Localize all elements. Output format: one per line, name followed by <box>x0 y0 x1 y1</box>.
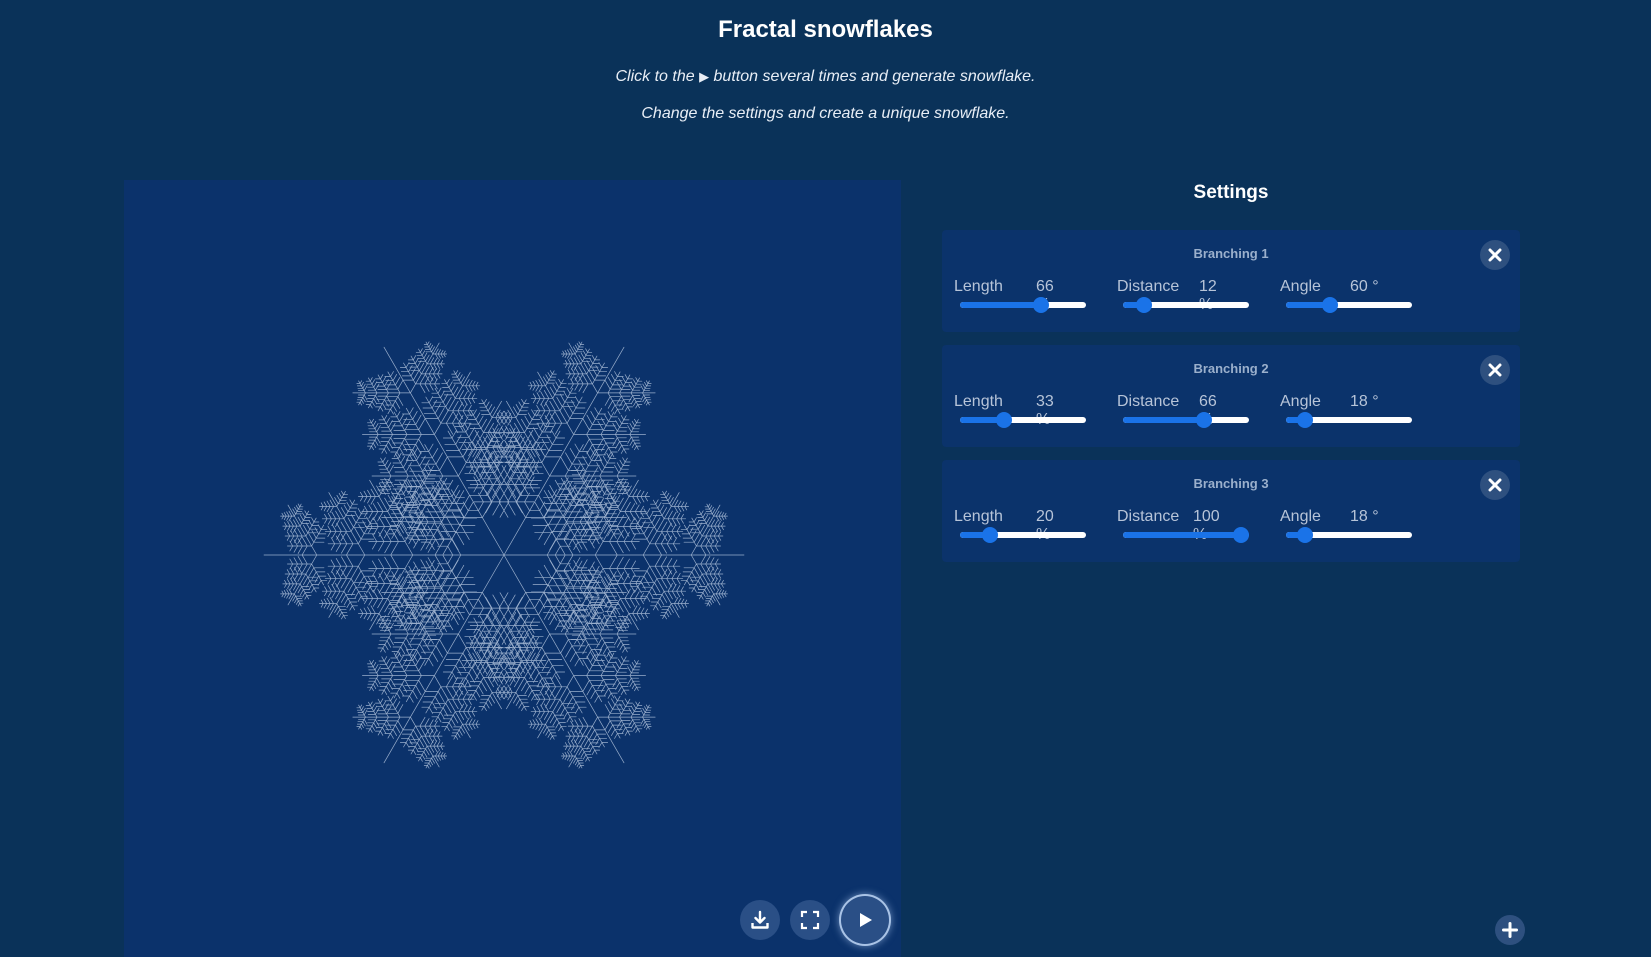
fullscreen-icon <box>800 910 820 930</box>
distance-param: Distance 12 % <box>1105 278 1249 322</box>
angle-value: 60 ° <box>1350 278 1379 295</box>
length-label: Length <box>954 278 1003 295</box>
branching-title: Branching 1 <box>1193 246 1269 261</box>
angle-label: Angle <box>1280 278 1321 295</box>
distance-label: Distance <box>1117 393 1180 410</box>
plus-icon <box>1502 922 1518 938</box>
slider-thumb[interactable] <box>996 412 1012 428</box>
distance-label: Distance <box>1117 278 1180 295</box>
slider-thumb[interactable] <box>1322 297 1338 313</box>
snowflake-branches <box>263 341 745 769</box>
length-slider[interactable] <box>960 412 1086 428</box>
length-label: Length <box>954 508 1003 525</box>
branching-title: Branching 3 <box>1193 476 1269 491</box>
length-param: Length 66 % <box>942 278 1086 322</box>
slider-thumb[interactable] <box>1233 527 1249 543</box>
slider-fill <box>1123 532 1241 538</box>
angle-label: Angle <box>1280 393 1321 410</box>
slider-thumb[interactable] <box>1033 297 1049 313</box>
angle-slider[interactable] <box>1286 297 1412 313</box>
length-label: Length <box>954 393 1003 410</box>
length-param: Length 33 % <box>942 393 1086 437</box>
distance-slider[interactable] <box>1123 297 1249 313</box>
remove-branching-button[interactable] <box>1480 355 1510 385</box>
branching-card-3: Branching 3 Length 20 % Distance 100 % A… <box>942 460 1520 562</box>
angle-label: Angle <box>1280 508 1321 525</box>
length-param: Length 20 % <box>942 508 1086 552</box>
slider-thumb[interactable] <box>982 527 998 543</box>
distance-value: 100 % <box>1193 508 1220 543</box>
fullscreen-button[interactable] <box>790 900 830 940</box>
remove-branching-button[interactable] <box>1480 240 1510 270</box>
close-icon <box>1488 248 1502 262</box>
distance-slider[interactable] <box>1123 527 1249 543</box>
close-icon <box>1488 478 1502 492</box>
distance-label: Distance <box>1117 508 1180 525</box>
download-button[interactable] <box>740 900 780 940</box>
distance-slider[interactable] <box>1123 412 1249 428</box>
intro-line-2: Change the settings and create a unique … <box>641 105 1010 122</box>
slider-thumb[interactable] <box>1136 297 1152 313</box>
angle-value: 18 ° <box>1350 508 1379 525</box>
settings-title: Settings <box>1193 182 1269 203</box>
intro-line-1: Click to the ▶ button several times and … <box>0 68 1651 86</box>
angle-param: Angle 60 ° <box>1268 278 1412 322</box>
angle-param: Angle 18 ° <box>1268 393 1412 437</box>
snowflake-path <box>263 341 745 769</box>
slider-thumb[interactable] <box>1297 412 1313 428</box>
branching-card-2: Branching 2 Length 33 % Distance 66 % An… <box>942 345 1520 447</box>
remove-branching-button[interactable] <box>1480 470 1510 500</box>
play-button[interactable] <box>841 896 889 944</box>
distance-param: Distance 100 % <box>1105 508 1249 552</box>
snowflake-drawing <box>263 341 745 769</box>
distance-param: Distance 66 % <box>1105 393 1249 437</box>
slider-thumb[interactable] <box>1196 412 1212 428</box>
branching-card-1: Branching 1 Length 66 % Distance 12 % An… <box>942 230 1520 332</box>
angle-param: Angle 18 ° <box>1268 508 1412 552</box>
slider-thumb[interactable] <box>1297 527 1313 543</box>
length-value: 33 % <box>1036 393 1054 428</box>
snowflake-canvas[interactable] <box>124 180 901 957</box>
angle-slider[interactable] <box>1286 527 1412 543</box>
add-branching-button[interactable] <box>1495 915 1525 945</box>
branching-title: Branching 2 <box>1193 361 1269 376</box>
intro-line-1-after: button several times and generate snowfl… <box>709 68 1036 85</box>
slider-fill <box>1123 417 1204 423</box>
angle-slider[interactable] <box>1286 412 1412 428</box>
slider-fill <box>960 302 1041 308</box>
length-slider[interactable] <box>960 527 1086 543</box>
download-icon <box>751 910 769 929</box>
length-value: 20 % <box>1036 508 1054 543</box>
play-icon <box>860 913 872 927</box>
page-title: Fractal snowflakes <box>718 16 933 43</box>
angle-value: 18 ° <box>1350 393 1379 410</box>
intro-line-1-before: Click to the <box>615 68 700 85</box>
play-glyph-icon: ▶ <box>699 69 710 84</box>
close-icon <box>1488 363 1502 377</box>
length-slider[interactable] <box>960 297 1086 313</box>
distance-value: 12 % <box>1199 278 1217 313</box>
